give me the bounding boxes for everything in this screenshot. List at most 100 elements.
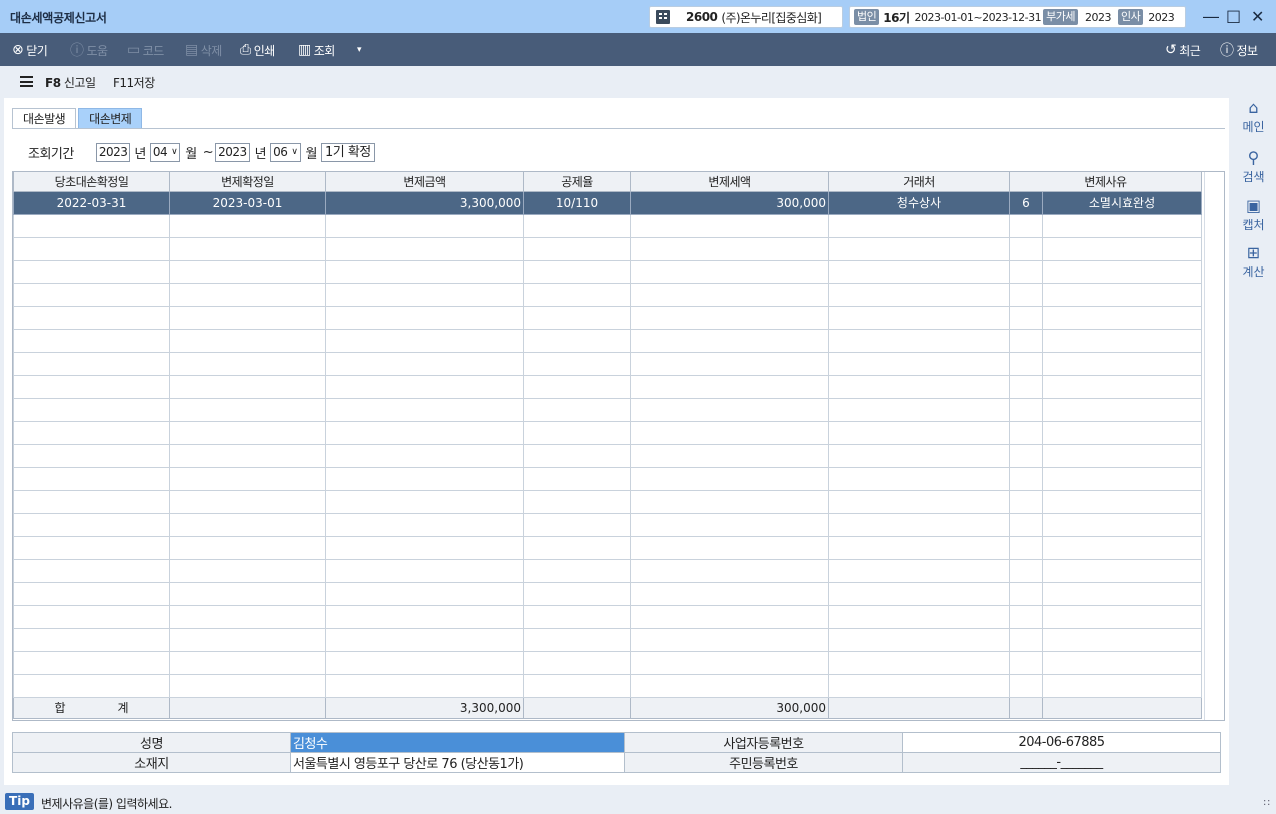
cell-reason[interactable]: 소멸시효완성 — [1041, 190, 1203, 215]
cell-reason-code[interactable]: 6 — [1009, 190, 1043, 215]
cell-repay-date[interactable]: 2023-03-01 — [169, 190, 326, 215]
empty-cell[interactable] — [1041, 604, 1203, 629]
more-dropdown[interactable]: ▾ — [357, 40, 362, 60]
empty-cell[interactable] — [1009, 420, 1043, 445]
empty-cell[interactable] — [630, 351, 829, 376]
empty-cell[interactable] — [630, 535, 829, 560]
empty-cell[interactable] — [630, 397, 829, 422]
empty-cell[interactable] — [1009, 236, 1043, 261]
empty-cell[interactable] — [630, 236, 829, 261]
empty-cell[interactable] — [523, 328, 631, 353]
empty-cell[interactable] — [630, 489, 829, 514]
empty-cell[interactable] — [523, 236, 631, 261]
empty-cell[interactable] — [169, 282, 326, 307]
recent-button[interactable]: ↺ 최근 — [1165, 40, 1201, 60]
cell-deduction-rate[interactable]: 10/110 — [523, 190, 631, 215]
empty-cell[interactable] — [630, 420, 829, 445]
empty-cell[interactable] — [828, 650, 1010, 675]
rail-main-button[interactable]: ⌂ 메인 — [1231, 98, 1276, 135]
empty-cell[interactable] — [1009, 650, 1043, 675]
empty-cell[interactable] — [1041, 397, 1203, 422]
empty-cell[interactable] — [630, 282, 829, 307]
empty-cell[interactable] — [1009, 397, 1043, 422]
empty-cell[interactable] — [523, 489, 631, 514]
empty-cell[interactable] — [13, 328, 170, 353]
empty-cell[interactable] — [13, 466, 170, 491]
empty-cell[interactable] — [169, 604, 326, 629]
empty-cell[interactable] — [523, 374, 631, 399]
empty-cell[interactable] — [630, 512, 829, 537]
empty-row[interactable] — [13, 489, 1203, 514]
to-year-input[interactable]: 2023 — [215, 142, 250, 162]
empty-cell[interactable] — [630, 627, 829, 652]
from-month-select[interactable]: 04 ∨ — [149, 142, 181, 162]
empty-cell[interactable] — [1009, 259, 1043, 284]
empty-cell[interactable] — [523, 627, 631, 652]
empty-cell[interactable] — [325, 466, 524, 491]
empty-row[interactable] — [13, 236, 1203, 261]
empty-cell[interactable] — [13, 259, 170, 284]
empty-cell[interactable] — [1041, 489, 1203, 514]
empty-cell[interactable] — [828, 213, 1010, 238]
empty-cell[interactable] — [13, 236, 170, 261]
f11-save-button[interactable]: F11저장 — [113, 74, 155, 91]
empty-cell[interactable] — [325, 420, 524, 445]
empty-cell[interactable] — [13, 282, 170, 307]
empty-row[interactable] — [13, 581, 1203, 606]
empty-cell[interactable] — [1041, 305, 1203, 330]
empty-cell[interactable] — [1041, 259, 1203, 284]
empty-cell[interactable] — [13, 558, 170, 583]
empty-cell[interactable] — [523, 397, 631, 422]
empty-cell[interactable] — [1041, 420, 1203, 445]
to-month-select[interactable]: 06 ∨ — [270, 142, 301, 162]
empty-cell[interactable] — [169, 213, 326, 238]
empty-cell[interactable] — [169, 512, 326, 537]
empty-cell[interactable] — [325, 328, 524, 353]
empty-cell[interactable] — [523, 581, 631, 606]
name-field[interactable]: 김청수 — [290, 732, 625, 753]
empty-cell[interactable] — [523, 650, 631, 675]
empty-cell[interactable] — [169, 328, 326, 353]
empty-cell[interactable] — [828, 466, 1010, 491]
empty-cell[interactable] — [325, 673, 524, 698]
empty-cell[interactable] — [325, 397, 524, 422]
empty-row[interactable] — [13, 627, 1203, 652]
empty-cell[interactable] — [523, 282, 631, 307]
empty-row[interactable] — [13, 282, 1203, 307]
empty-cell[interactable] — [1009, 558, 1043, 583]
resize-grip-icon[interactable]: ∷ — [1264, 798, 1270, 809]
empty-cell[interactable] — [1009, 351, 1043, 376]
empty-cell[interactable] — [169, 259, 326, 284]
empty-cell[interactable] — [325, 604, 524, 629]
empty-cell[interactable] — [523, 213, 631, 238]
tab-bad-debt-occurrence[interactable]: 대손발생 — [12, 108, 77, 129]
empty-cell[interactable] — [13, 627, 170, 652]
empty-row[interactable] — [13, 512, 1203, 537]
empty-row[interactable] — [13, 673, 1203, 698]
empty-cell[interactable] — [630, 673, 829, 698]
empty-cell[interactable] — [828, 420, 1010, 445]
empty-cell[interactable] — [169, 351, 326, 376]
empty-cell[interactable] — [13, 581, 170, 606]
empty-cell[interactable] — [13, 397, 170, 422]
empty-row[interactable] — [13, 351, 1203, 376]
empty-cell[interactable] — [1009, 374, 1043, 399]
empty-cell[interactable] — [325, 213, 524, 238]
empty-cell[interactable] — [169, 558, 326, 583]
empty-cell[interactable] — [1009, 305, 1043, 330]
empty-cell[interactable] — [325, 259, 524, 284]
empty-cell[interactable] — [325, 282, 524, 307]
empty-cell[interactable] — [1041, 236, 1203, 261]
empty-cell[interactable] — [630, 558, 829, 583]
empty-cell[interactable] — [828, 627, 1010, 652]
resident-no-field[interactable]: ______-_______ — [902, 752, 1221, 773]
empty-cell[interactable] — [1009, 466, 1043, 491]
empty-cell[interactable] — [325, 236, 524, 261]
empty-cell[interactable] — [1041, 627, 1203, 652]
empty-cell[interactable] — [1041, 466, 1203, 491]
empty-row[interactable] — [13, 374, 1203, 399]
empty-cell[interactable] — [325, 627, 524, 652]
empty-cell[interactable] — [1009, 512, 1043, 537]
empty-cell[interactable] — [1009, 489, 1043, 514]
empty-row[interactable] — [13, 558, 1203, 583]
